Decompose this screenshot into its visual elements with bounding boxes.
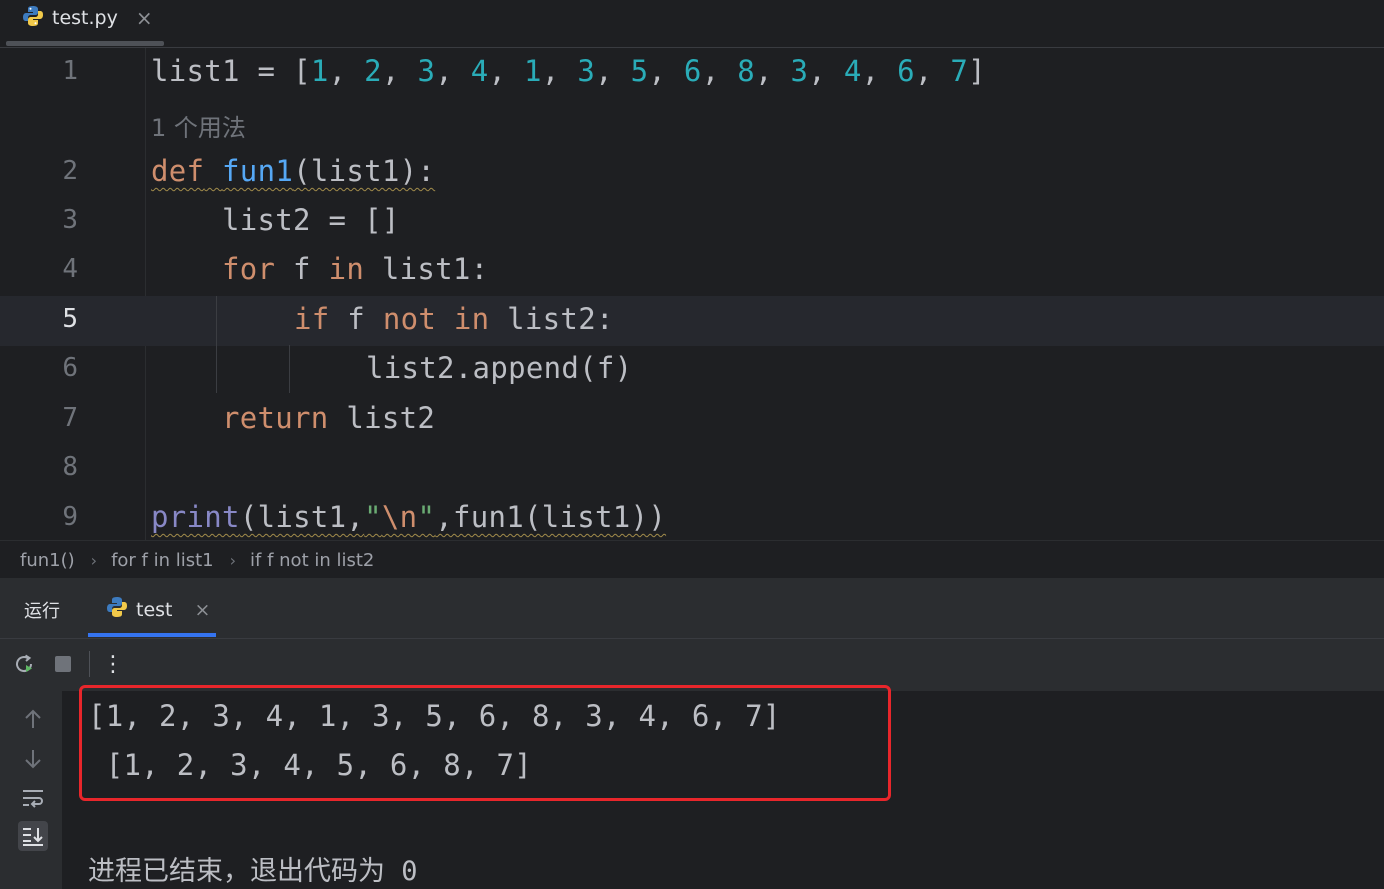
active-run-tab-indicator [88, 633, 216, 637]
code-text: list2.append(f) [366, 351, 633, 385]
code-line: 4 for f in list1: [0, 246, 1384, 296]
highlight-annotation-box [79, 685, 891, 801]
run-panel-title: 运行 [24, 601, 60, 622]
current-code-line: 5 if f not in list2: [0, 296, 1384, 346]
code-editor[interactable]: 1 list1 = [1, 2, 3, 4, 1, 3, 5, 6, 8, 3,… [0, 48, 1384, 540]
line-number: 2 [62, 156, 78, 186]
run-toolbar: ⋮ [0, 639, 1384, 691]
soft-wrap-icon[interactable] [18, 783, 48, 813]
code-line: 8 [0, 444, 1384, 494]
active-tab-indicator [6, 41, 164, 46]
code-line: 7 return list2 [0, 395, 1384, 445]
editor-tab-test-py[interactable]: test.py × [22, 4, 153, 32]
code-text: def fun1(list1): [151, 154, 436, 188]
code-line: 3 list2 = [] [0, 197, 1384, 247]
code-text: list1 = [1, 2, 3, 4, 1, 3, 5, 6, 8, 3, 4… [151, 54, 986, 88]
run-tab-test[interactable]: test × [106, 596, 210, 623]
code-line: 9 print(list1,"\n",fun1(list1)) [0, 494, 1384, 540]
code-line: 2 def fun1(list1): [0, 148, 1384, 198]
line-number: 3 [62, 205, 78, 235]
usage-hint[interactable]: 1 个用法 [151, 108, 246, 143]
line-number: 4 [62, 254, 78, 284]
code-line: 6 list2.append(f) [0, 345, 1384, 395]
python-icon [22, 5, 44, 32]
breadcrumb-separator: › [229, 550, 237, 570]
breadcrumb-separator: › [90, 550, 98, 570]
console-side-toolbar [0, 691, 62, 889]
code-text: return list2 [222, 401, 436, 435]
close-icon[interactable]: × [195, 599, 211, 621]
down-arrow-icon[interactable] [18, 744, 48, 774]
code-text: if f not in list2: [294, 302, 614, 336]
line-number: 8 [62, 452, 78, 482]
line-number: 6 [62, 353, 78, 383]
process-exit-message: 进程已结束，退出代码为 0 [88, 856, 418, 887]
indent-guide [289, 345, 290, 393]
rerun-icon[interactable] [11, 651, 37, 677]
code-text: print(list1,"\n",fun1(list1)) [151, 500, 667, 534]
stop-icon[interactable] [50, 651, 76, 677]
inlay-hint-row: 1 个用法 [0, 98, 1384, 148]
code-text: for f in list1: [222, 252, 489, 286]
python-icon [106, 596, 128, 623]
line-number: 5 [62, 304, 78, 334]
toolbar-divider [89, 651, 90, 677]
close-icon[interactable]: × [136, 6, 153, 30]
breadcrumb-item[interactable]: for f in list1 [111, 550, 214, 571]
indent-guide [216, 296, 217, 393]
run-tab-label: test [136, 598, 173, 621]
editor-tab-bar: test.py × [0, 0, 1384, 48]
breadcrumb-item[interactable]: fun1() [20, 550, 75, 571]
editor-tab-label: test.py [52, 7, 118, 29]
more-icon[interactable]: ⋮ [100, 651, 126, 677]
breadcrumb-item[interactable]: if f not in list2 [250, 550, 374, 571]
line-number: 9 [62, 502, 78, 532]
code-text: list2 = [] [222, 203, 400, 237]
run-tool-window-header: 运行 test × [0, 578, 1384, 639]
breadcrumb: fun1() › for f in list1 › if f not in li… [0, 540, 1384, 579]
code-line: 1 list1 = [1, 2, 3, 4, 1, 3, 5, 6, 8, 3,… [0, 48, 1384, 98]
up-arrow-icon[interactable] [18, 704, 48, 734]
line-number: 1 [62, 56, 78, 86]
line-number: 7 [62, 403, 78, 433]
scroll-to-end-icon[interactable] [18, 821, 48, 851]
